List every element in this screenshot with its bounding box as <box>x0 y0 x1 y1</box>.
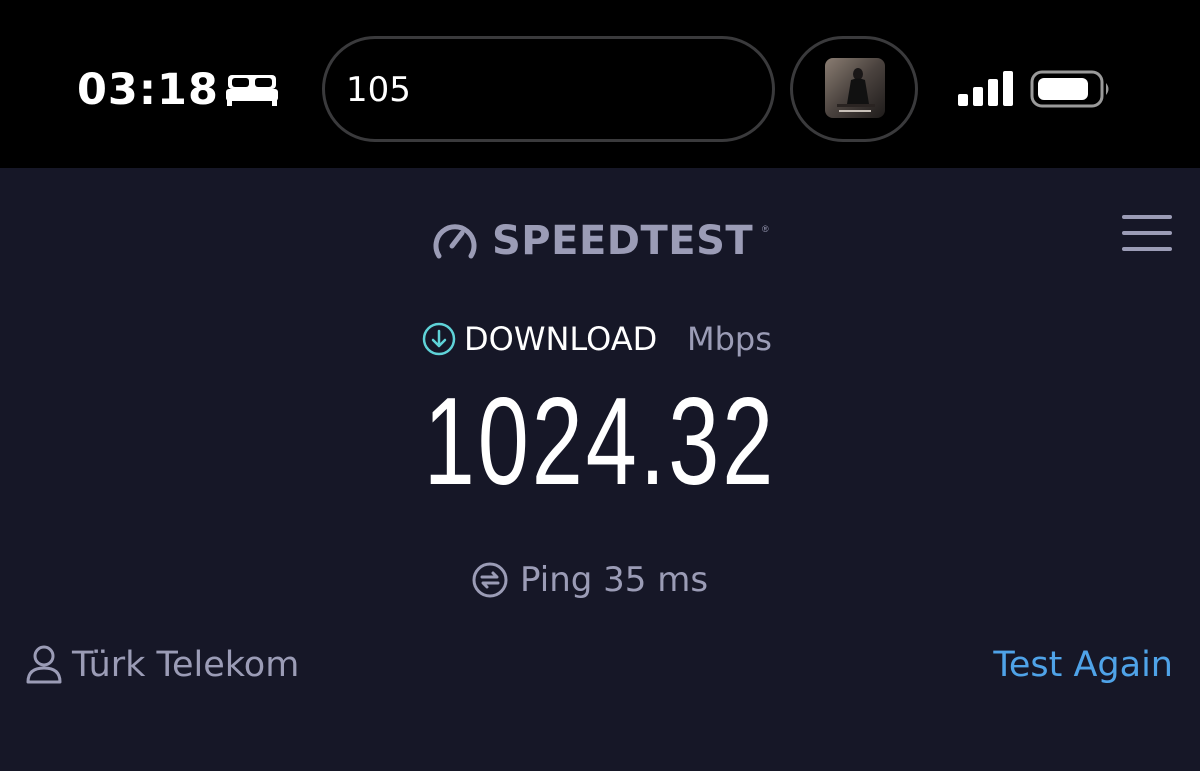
download-speed-value: 1024.32 <box>423 373 777 511</box>
download-label: DOWNLOAD <box>464 320 658 358</box>
download-arrow-icon <box>422 322 456 356</box>
download-unit: Mbps <box>687 320 772 358</box>
status-clock: 03:18 <box>77 65 219 115</box>
battery-icon <box>1030 70 1109 108</box>
dynamic-island-text: 105 <box>346 70 411 110</box>
trademark-symbol: ® <box>762 224 769 234</box>
gauge-icon <box>433 224 477 259</box>
user-icon <box>26 645 62 684</box>
ping-label: Ping 35 ms <box>520 560 709 600</box>
ping-icon <box>472 562 508 598</box>
test-again-button[interactable]: Test Again <box>993 642 1173 688</box>
hamburger-menu-icon[interactable] <box>1122 214 1172 252</box>
isp-name[interactable]: Türk Telekom <box>72 642 299 688</box>
signal-icon <box>958 71 1013 106</box>
speedtest-logo: SPEEDTEST <box>492 218 754 264</box>
bed-icon <box>226 75 278 106</box>
album-art <box>825 58 885 118</box>
